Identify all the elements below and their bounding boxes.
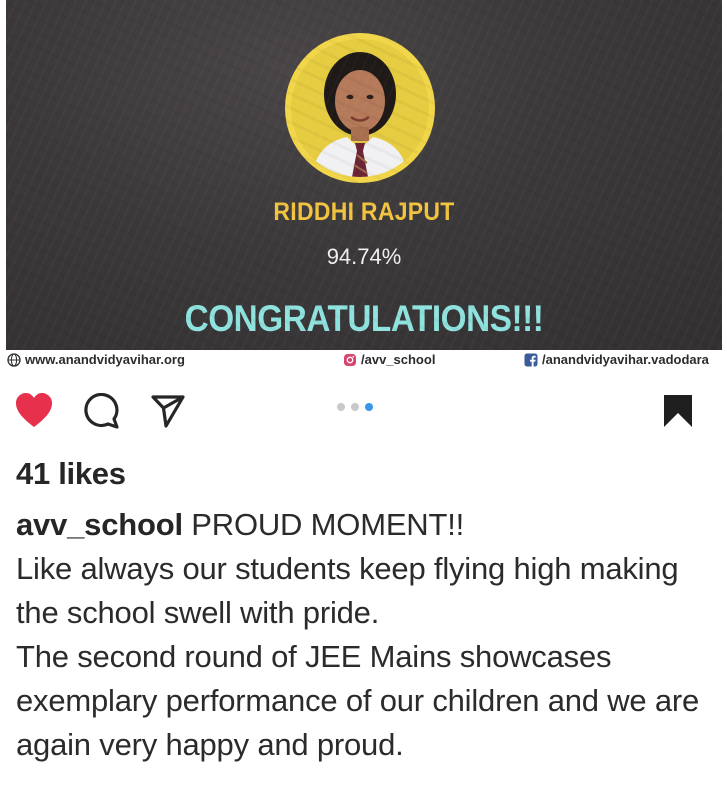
instagram-text: /avv_school bbox=[361, 352, 436, 367]
comment-button[interactable] bbox=[83, 392, 119, 434]
carousel-indicator[interactable] bbox=[337, 403, 373, 411]
globe-icon bbox=[7, 352, 21, 367]
instagram-icon bbox=[344, 353, 356, 366]
like-button[interactable] bbox=[14, 391, 54, 434]
carousel-dot[interactable] bbox=[351, 403, 359, 411]
student-photo bbox=[291, 39, 429, 177]
action-bar bbox=[0, 391, 727, 431]
website-text: www.anandvidyavihar.org bbox=[25, 352, 185, 367]
comment-icon bbox=[84, 392, 119, 429]
congratulations-banner: CONGRATULATIONS!!! bbox=[184, 298, 544, 339]
share-button[interactable] bbox=[150, 394, 186, 433]
caption-line-1: PROUD MOMENT!! bbox=[191, 507, 465, 542]
facebook-credit: /anandvidyavihar.vadodara bbox=[524, 352, 709, 367]
student-score: 94.74% bbox=[326, 244, 402, 269]
student-name: RIDDHI RAJPUT bbox=[273, 198, 455, 226]
facebook-icon bbox=[524, 353, 538, 367]
post-caption: avv_school PROUD MOMENT!! Like always ou… bbox=[16, 503, 716, 767]
carousel-dot[interactable] bbox=[337, 403, 345, 411]
likes-count[interactable]: 41 likes bbox=[16, 456, 126, 492]
website-credit: www.anandvidyavihar.org bbox=[7, 352, 185, 367]
save-button[interactable] bbox=[662, 393, 694, 434]
caption-line-2: Like always our students keep flying hig… bbox=[16, 551, 679, 630]
bookmark-icon bbox=[664, 395, 692, 427]
caption-line-3: The second round of JEE Mains showcases … bbox=[16, 639, 700, 762]
student-portrait bbox=[285, 33, 435, 183]
carousel-dot-active[interactable] bbox=[365, 403, 373, 411]
caption-username[interactable]: avv_school bbox=[16, 507, 183, 542]
share-icon bbox=[151, 395, 185, 428]
post-image[interactable]: RIDDHI RAJPUT 94.74% CONGRATULATIONS!!! bbox=[6, 0, 722, 350]
instagram-credit: /avv_school bbox=[343, 352, 435, 367]
facebook-text: /anandvidyavihar.vadodara bbox=[542, 352, 709, 367]
heart-icon bbox=[16, 393, 52, 427]
